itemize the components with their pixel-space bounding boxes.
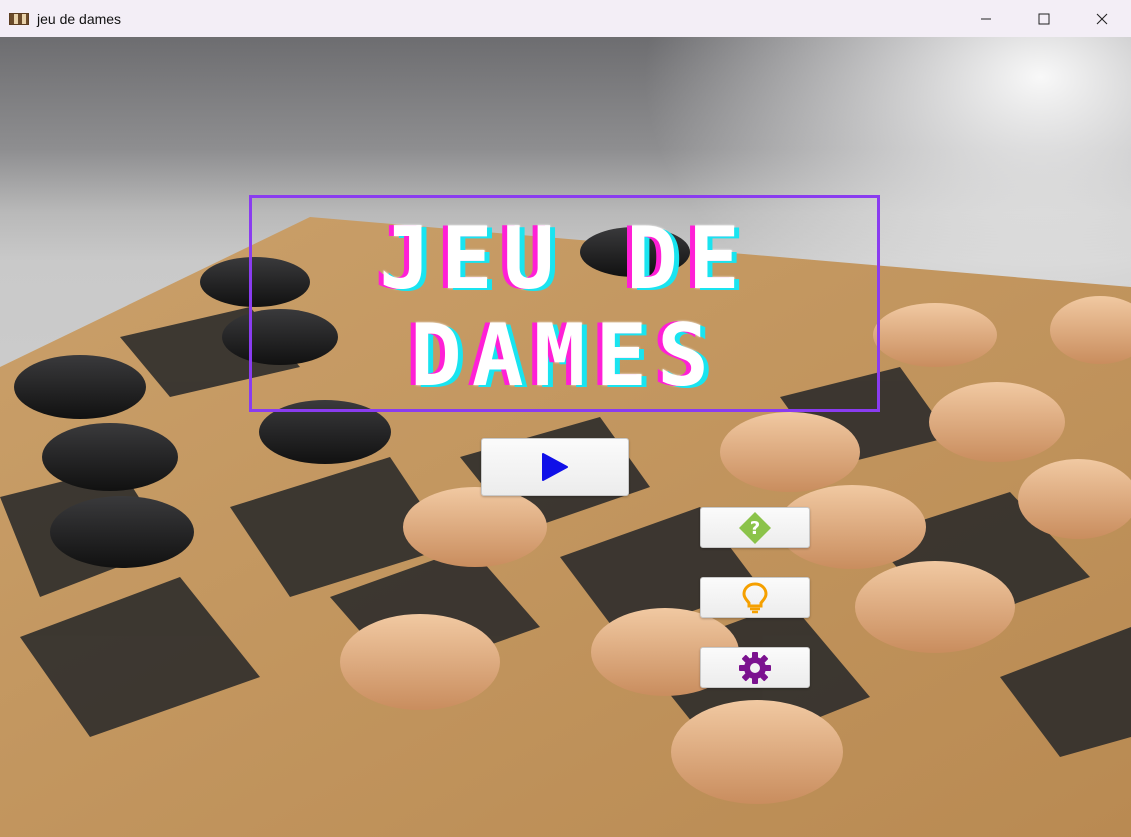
checkers-board-background (0, 37, 1131, 837)
hint-button[interactable] (700, 577, 810, 618)
main-menu-scene: JEU DE DAMES ? (0, 37, 1131, 837)
game-title-line-1: JEU DE (379, 209, 750, 309)
lightbulb-icon (742, 581, 768, 613)
settings-button[interactable] (700, 647, 810, 688)
maximize-button[interactable] (1015, 0, 1073, 37)
window-title-bar: jeu de dames (0, 0, 1131, 37)
game-title-line-2: DAMES (410, 306, 719, 406)
maximize-icon (1038, 13, 1050, 24)
minimize-icon (981, 18, 991, 19)
game-title-frame: JEU DE DAMES (249, 195, 880, 412)
window-title: jeu de dames (37, 10, 122, 27)
window-controls (957, 0, 1131, 37)
close-icon (1096, 13, 1108, 24)
close-button[interactable] (1073, 0, 1131, 37)
help-button[interactable]: ? (700, 507, 810, 548)
svg-text:?: ? (750, 518, 760, 539)
play-button[interactable] (481, 438, 629, 496)
minimize-button[interactable] (957, 0, 1015, 37)
help-diamond-icon: ? (739, 511, 771, 544)
checkerboard-icon (9, 12, 29, 25)
gear-icon (739, 651, 771, 684)
play-icon (542, 453, 568, 481)
